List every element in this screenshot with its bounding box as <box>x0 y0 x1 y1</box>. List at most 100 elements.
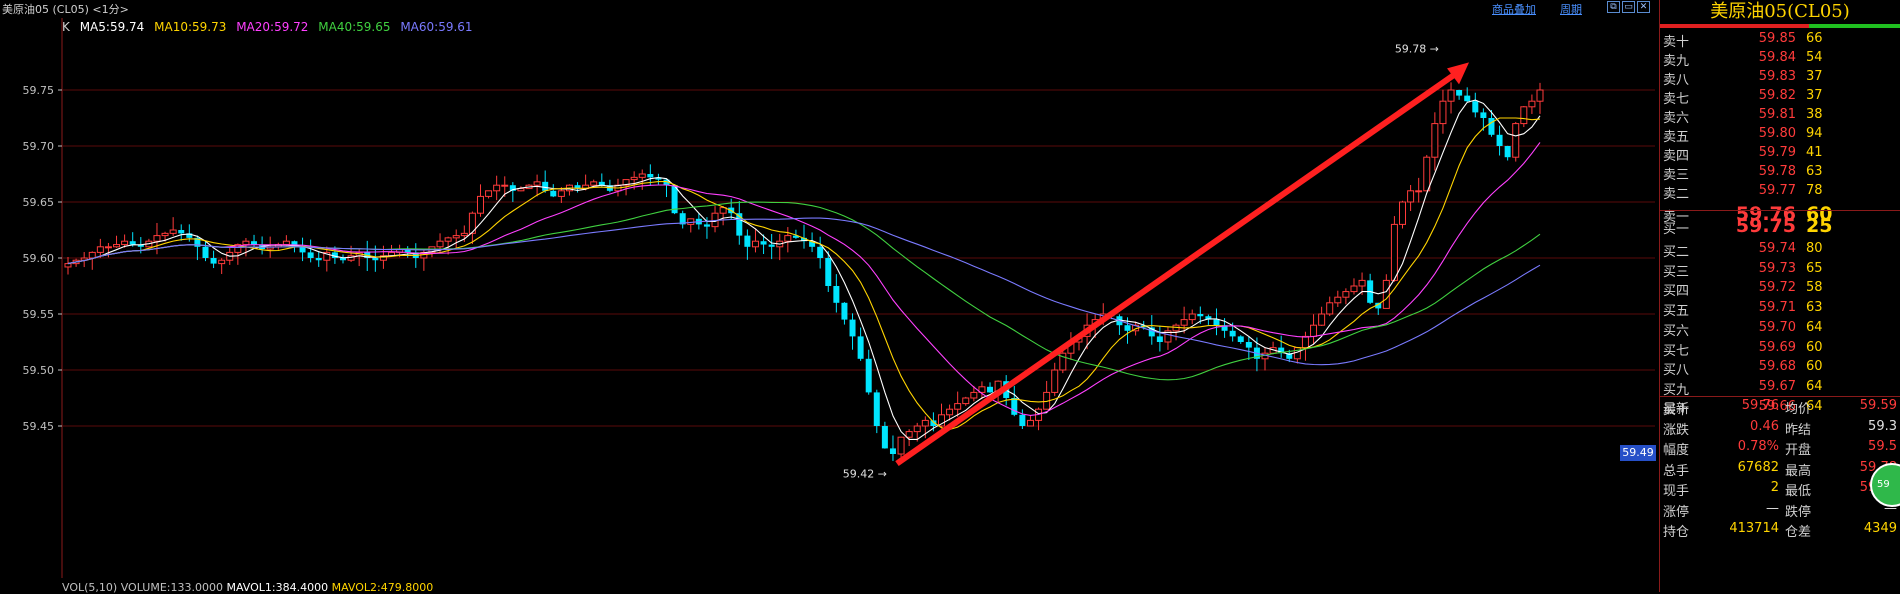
candle-body <box>485 190 493 197</box>
bid-price: 59.71 <box>1758 300 1796 316</box>
period-link[interactable]: 周期 <box>1560 1 1582 17</box>
candle-body <box>178 230 185 234</box>
stat-value: 59.3 <box>1868 418 1897 434</box>
close-icon[interactable]: ✕ <box>1637 1 1650 13</box>
bid-row[interactable]: 买七 59.69 60 <box>1660 340 1900 360</box>
ask-row[interactable]: 卖九 59.84 54 <box>1660 50 1900 70</box>
bid-row[interactable]: 买四 59.72 58 <box>1660 280 1900 300</box>
candle-body <box>784 235 792 242</box>
ask-volume: 94 <box>1806 126 1823 141</box>
candle-body <box>687 218 695 225</box>
candle-body <box>444 237 452 242</box>
ask-row[interactable]: 卖三 59.78 63 <box>1660 164 1900 184</box>
bid-volume: 63 <box>1806 300 1823 316</box>
stat-label: 最高 <box>1785 463 1812 479</box>
bid-volume: 64 <box>1806 319 1823 335</box>
bid-level-label: 买二 <box>1663 245 1690 260</box>
candle-body <box>1180 319 1188 326</box>
bid-row[interactable]: 买一 59.75 25 <box>1660 215 1900 237</box>
candle-body <box>849 319 856 337</box>
candle-body <box>1358 279 1366 287</box>
stat-value: — <box>1766 500 1779 516</box>
instrument-title: 美原油05(CL05) <box>1710 1 1850 22</box>
candle-body <box>550 190 557 197</box>
candle-body <box>744 235 751 247</box>
bid-row[interactable]: 买二 59.74 80 <box>1660 241 1900 261</box>
candle-body <box>913 425 921 433</box>
bid-row[interactable]: 买三 59.73 65 <box>1660 261 1900 281</box>
y-tick-label: 59.45 <box>23 420 55 433</box>
candle-body <box>1488 118 1495 135</box>
candle-body <box>493 184 501 192</box>
candle-body <box>1407 190 1415 203</box>
candle-body <box>1439 100 1447 125</box>
bid-row[interactable]: 买八 59.68 60 <box>1660 359 1900 379</box>
ask-row[interactable]: 卖七 59.82 37 <box>1660 88 1900 108</box>
bid-row[interactable]: 买五 59.71 63 <box>1660 300 1900 320</box>
stat-label: 最低 <box>1785 484 1812 499</box>
candlestick-chart[interactable]: 59.75 59.70 59.65 59.60 59.55 59.50 59.45 59.78… <box>0 18 1659 578</box>
bid-row[interactable]: 买六 59.70 64 <box>1660 320 1900 340</box>
bid-level-label: 买三 <box>1663 264 1690 280</box>
stats-row: 总手67682最高59.78 <box>1660 460 1900 480</box>
ask-row[interactable]: 卖四 59.79 41 <box>1660 145 1900 165</box>
stat-value: 0.78% <box>1737 439 1779 454</box>
stats-row: 现手2最低59.41 <box>1660 480 1900 500</box>
maximize-icon[interactable]: ▭ <box>1622 1 1635 13</box>
candle-body <box>1350 285 1358 293</box>
candle-body <box>881 426 888 449</box>
candle-body <box>833 286 840 303</box>
ask-row[interactable]: 卖五 59.80 94 <box>1660 126 1900 146</box>
candle-body <box>921 419 929 427</box>
restore-icon[interactable]: ⧉ <box>1607 1 1620 13</box>
ask-level-label: 卖九 <box>1663 54 1690 69</box>
candle-body <box>1051 369 1059 393</box>
ask-volume: 37 <box>1806 88 1823 103</box>
bid-price: 59.69 <box>1758 339 1796 355</box>
ask-volume: 41 <box>1806 145 1823 160</box>
candle-body <box>1423 156 1431 192</box>
candle-body <box>218 259 226 265</box>
candle-body <box>1520 106 1528 125</box>
candle-body <box>1528 100 1536 108</box>
ask-row[interactable]: 卖八 59.83 37 <box>1660 69 1900 89</box>
candle-body <box>1229 330 1236 337</box>
quote-panel: 美原油05(CL05) 卖十 59.85 66 卖九 59.84 54 卖八 59.83 37 卖… <box>1659 0 1900 592</box>
candle-body <box>817 246 824 258</box>
ask-volume: 37 <box>1806 69 1823 84</box>
candle-body <box>1188 313 1196 321</box>
stat-value: 59.59 <box>1859 398 1897 413</box>
candle-body <box>1237 336 1244 342</box>
candle-body <box>501 184 509 187</box>
candle-body <box>1156 336 1163 342</box>
ask-level-label: 卖二 <box>1663 187 1690 202</box>
candle-body <box>88 251 96 259</box>
ask-row[interactable]: 卖二 59.77 78 <box>1660 183 1900 203</box>
candle-body <box>307 252 314 258</box>
candle-body <box>1245 342 1252 348</box>
bid-volume: 25 <box>1806 215 1833 237</box>
candle-body <box>647 174 654 178</box>
candle-body <box>873 392 880 426</box>
candle-body <box>1310 324 1318 337</box>
ask-level-label: 卖六 <box>1663 111 1690 126</box>
candle-body <box>1480 112 1487 118</box>
candle-body <box>638 173 646 178</box>
bid-level-label: 买七 <box>1663 343 1690 359</box>
candle-body <box>104 246 112 249</box>
ma20-line <box>67 142 1541 416</box>
candle-body <box>542 181 549 191</box>
candle-body <box>760 241 767 245</box>
candle-body <box>1124 325 1131 331</box>
commodity-overlay-link[interactable]: 商品叠加 <box>1492 1 1536 17</box>
y-tick-label: 59.50 <box>23 364 55 377</box>
candle-body <box>1512 123 1520 158</box>
candle-body <box>1399 201 1407 225</box>
candle-body <box>1026 419 1034 427</box>
candle-body <box>1456 90 1463 96</box>
ask-row[interactable]: 卖六 59.81 38 <box>1660 107 1900 127</box>
stats-row: 涨跌 0.46 昨结 59.3 <box>1660 419 1900 439</box>
candle-body <box>897 436 905 455</box>
candle-body <box>436 240 444 248</box>
ask-row[interactable]: 卖十 59.85 66 <box>1660 31 1900 51</box>
